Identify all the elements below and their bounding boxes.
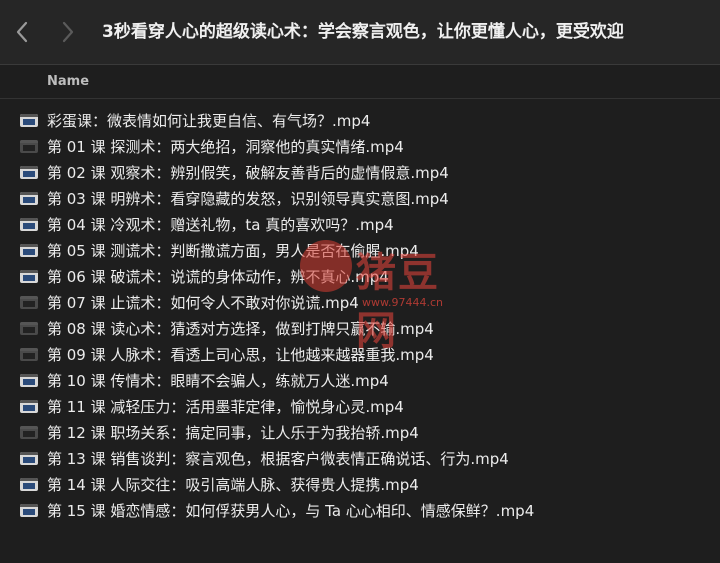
file-row[interactable]: 第 05 课 测谎术：判断撒谎方面，男人是否在偷腥.mp4 [0, 238, 720, 264]
file-name: 第 03 课 明辨术：看穿隐藏的发怒，识别领导真实意图.mp4 [47, 190, 449, 208]
file-row[interactable]: 第 07 课 止谎术：如何令人不敢对你说谎.mp4 [0, 290, 720, 316]
file-row[interactable]: 第 01 课 探测术：两大绝招，洞察他的真实情绪.mp4 [0, 134, 720, 160]
file-row[interactable]: 彩蛋课：微表情如何让我更自信、有气场？.mp4 [0, 108, 720, 134]
file-row[interactable]: 第 13 课 销售谈判：察言观色，根据客户微表情正确说话、行为.mp4 [0, 446, 720, 472]
video-file-icon [20, 348, 38, 361]
toolbar: 3秒看穿人心的超级读心术：学会察言观色，让你更懂人心，更受欢迎 [0, 0, 720, 65]
video-file-icon [20, 270, 38, 283]
file-name: 第 06 课 破谎术：说谎的身体动作，辨不真心.mp4 [47, 268, 389, 286]
file-row[interactable]: 第 08 课 读心术：猜透对方选择，做到打牌只赢不输.mp4 [0, 316, 720, 342]
file-name: 第 05 课 测谎术：判断撒谎方面，男人是否在偷腥.mp4 [47, 242, 419, 260]
chevron-left-icon [16, 21, 28, 43]
back-button[interactable] [8, 18, 36, 46]
file-name: 第 01 课 探测术：两大绝招，洞察他的真实情绪.mp4 [47, 138, 404, 156]
file-row[interactable]: 第 10 课 传情术：眼睛不会骗人，练就万人迷.mp4 [0, 368, 720, 394]
video-file-icon [20, 166, 38, 179]
file-name: 彩蛋课：微表情如何让我更自信、有气场？.mp4 [47, 112, 371, 130]
video-file-icon [20, 218, 38, 231]
file-name: 第 14 课 人际交往：吸引高端人脉、获得贵人提携.mp4 [47, 476, 419, 494]
video-file-icon [20, 374, 38, 387]
video-file-icon [20, 114, 38, 127]
window-title: 3秒看穿人心的超级读心术：学会察言观色，让你更懂人心，更受欢迎 [102, 22, 624, 42]
name-column-header[interactable]: Name [47, 74, 89, 89]
file-row[interactable]: 第 04 课 冷观术：赠送礼物，ta 真的喜欢吗？.mp4 [0, 212, 720, 238]
file-list: 彩蛋课：微表情如何让我更自信、有气场？.mp4 第 01 课 探测术：两大绝招，洞… [0, 108, 720, 524]
video-file-icon [20, 192, 38, 205]
file-name: 第 15 课 婚恋情感：如何俘获男人心，与 Ta 心心相印、情感保鲜？.mp4 [47, 502, 535, 520]
finder-window: 3秒看穿人心的超级读心术：学会察言观色，让你更懂人心，更受欢迎 Name 彩蛋课… [0, 0, 720, 563]
file-row[interactable]: 第 15 课 婚恋情感：如何俘获男人心，与 Ta 心心相印、情感保鲜？.mp4 [0, 498, 720, 524]
video-file-icon [20, 452, 38, 465]
file-name: 第 04 课 冷观术：赠送礼物，ta 真的喜欢吗？.mp4 [47, 216, 394, 234]
forward-button[interactable] [54, 18, 82, 46]
file-row[interactable]: 第 09 课 人脉术：看透上司心思，让他越来越器重我.mp4 [0, 342, 720, 368]
file-name: 第 07 课 止谎术：如何令人不敢对你说谎.mp4 [47, 294, 359, 312]
video-file-icon [20, 296, 38, 309]
video-file-icon [20, 244, 38, 257]
file-name: 第 11 课 减轻压力：活用墨菲定律，愉悦身心灵.mp4 [47, 398, 404, 416]
file-name: 第 08 课 读心术：猜透对方选择，做到打牌只赢不输.mp4 [47, 320, 434, 338]
video-file-icon [20, 322, 38, 335]
file-name: 第 13 课 销售谈判：察言观色，根据客户微表情正确说话、行为.mp4 [47, 450, 509, 468]
column-header[interactable]: Name [0, 66, 720, 99]
video-file-icon [20, 400, 38, 413]
file-row[interactable]: 第 06 课 破谎术：说谎的身体动作，辨不真心.mp4 [0, 264, 720, 290]
file-row[interactable]: 第 14 课 人际交往：吸引高端人脉、获得贵人提携.mp4 [0, 472, 720, 498]
file-name: 第 10 课 传情术：眼睛不会骗人，练就万人迷.mp4 [47, 372, 389, 390]
video-file-icon [20, 140, 38, 153]
file-row[interactable]: 第 12 课 职场关系：搞定同事，让人乐于为我抬轿.mp4 [0, 420, 720, 446]
video-file-icon [20, 478, 38, 491]
file-name: 第 09 课 人脉术：看透上司心思，让他越来越器重我.mp4 [47, 346, 434, 364]
file-name: 第 12 课 职场关系：搞定同事，让人乐于为我抬轿.mp4 [47, 424, 419, 442]
file-row[interactable]: 第 02 课 观察术：辨别假笑，破解友善背后的虚情假意.mp4 [0, 160, 720, 186]
file-row[interactable]: 第 03 课 明辨术：看穿隐藏的发怒，识别领导真实意图.mp4 [0, 186, 720, 212]
video-file-icon [20, 504, 38, 517]
file-name: 第 02 课 观察术：辨别假笑，破解友善背后的虚情假意.mp4 [47, 164, 449, 182]
chevron-right-icon [62, 21, 74, 43]
video-file-icon [20, 426, 38, 439]
file-row[interactable]: 第 11 课 减轻压力：活用墨菲定律，愉悦身心灵.mp4 [0, 394, 720, 420]
